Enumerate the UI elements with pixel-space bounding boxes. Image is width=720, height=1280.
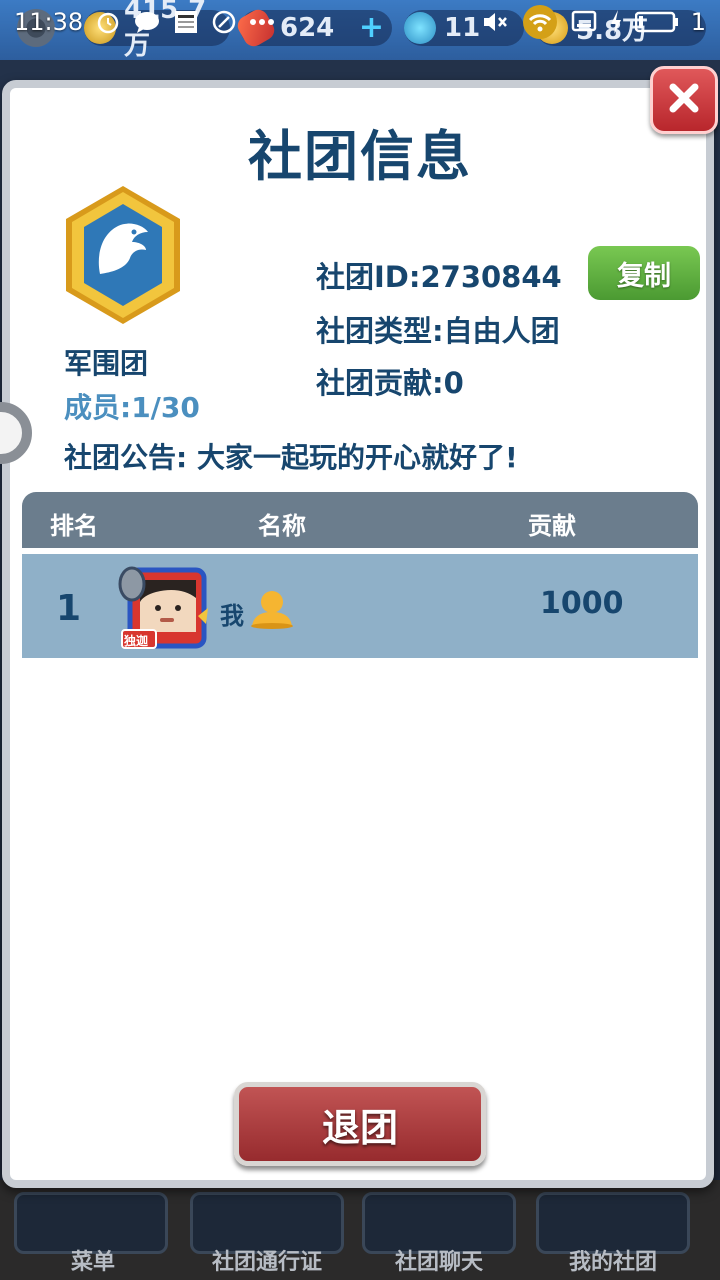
table-row[interactable]: 1 独迦 我 1000 (22, 554, 698, 658)
close-button[interactable] (650, 66, 718, 134)
member-name: 我 (220, 602, 244, 630)
status-time: 11:38 (14, 8, 84, 36)
more-icon (249, 18, 275, 26)
nav-label-chat[interactable]: 社团聊天 (354, 1244, 524, 1276)
club-contribution: 社团贡献:0 (316, 366, 464, 400)
copy-id-button[interactable]: 复制 (588, 246, 700, 300)
mute-icon (481, 10, 509, 34)
members-table-header: 排名 名称 贡献 (22, 492, 698, 548)
status-bar: 11:38 1 (0, 0, 720, 44)
club-type: 社团类型:自由人团 (316, 314, 560, 348)
club-announcement: 社团公告: 大家一起玩的开心就好了! (64, 441, 518, 474)
member-contribution: 1000 (540, 586, 624, 621)
club-id: 社团ID:2730844 (316, 260, 562, 294)
wifi-icon (521, 3, 559, 41)
nav-label-my-club[interactable]: 我的社团 (528, 1244, 698, 1276)
header-name: 名称 (258, 512, 306, 540)
person-icon (248, 588, 296, 630)
dialog-title: 社团信息 (248, 125, 472, 188)
nav-label-pass[interactable]: 社团通行证 (182, 1244, 352, 1276)
header-rank: 排名 (50, 512, 98, 540)
eagle-emblem-icon (62, 184, 184, 326)
alarm-icon (95, 9, 121, 35)
header-contribution: 贡献 (528, 512, 576, 540)
clock-icon (211, 9, 237, 35)
member-rank: 1 (56, 588, 82, 629)
screenshot-icon (571, 10, 597, 34)
news-icon (173, 9, 199, 35)
close-icon (667, 81, 701, 119)
battery-icon (634, 11, 679, 33)
avatar[interactable]: 独迦 (116, 564, 212, 652)
club-name: 军围团 (64, 347, 149, 380)
quit-club-button[interactable]: 退团 (234, 1082, 486, 1166)
club-member-count: 成员:1/30 (64, 391, 200, 424)
nav-label-menu[interactable]: 菜单 (8, 1244, 178, 1276)
charging-icon (609, 9, 623, 35)
chat-icon (133, 10, 161, 34)
avatar-badge: 独迦 (124, 634, 149, 648)
battery-level: 1 (690, 8, 706, 36)
